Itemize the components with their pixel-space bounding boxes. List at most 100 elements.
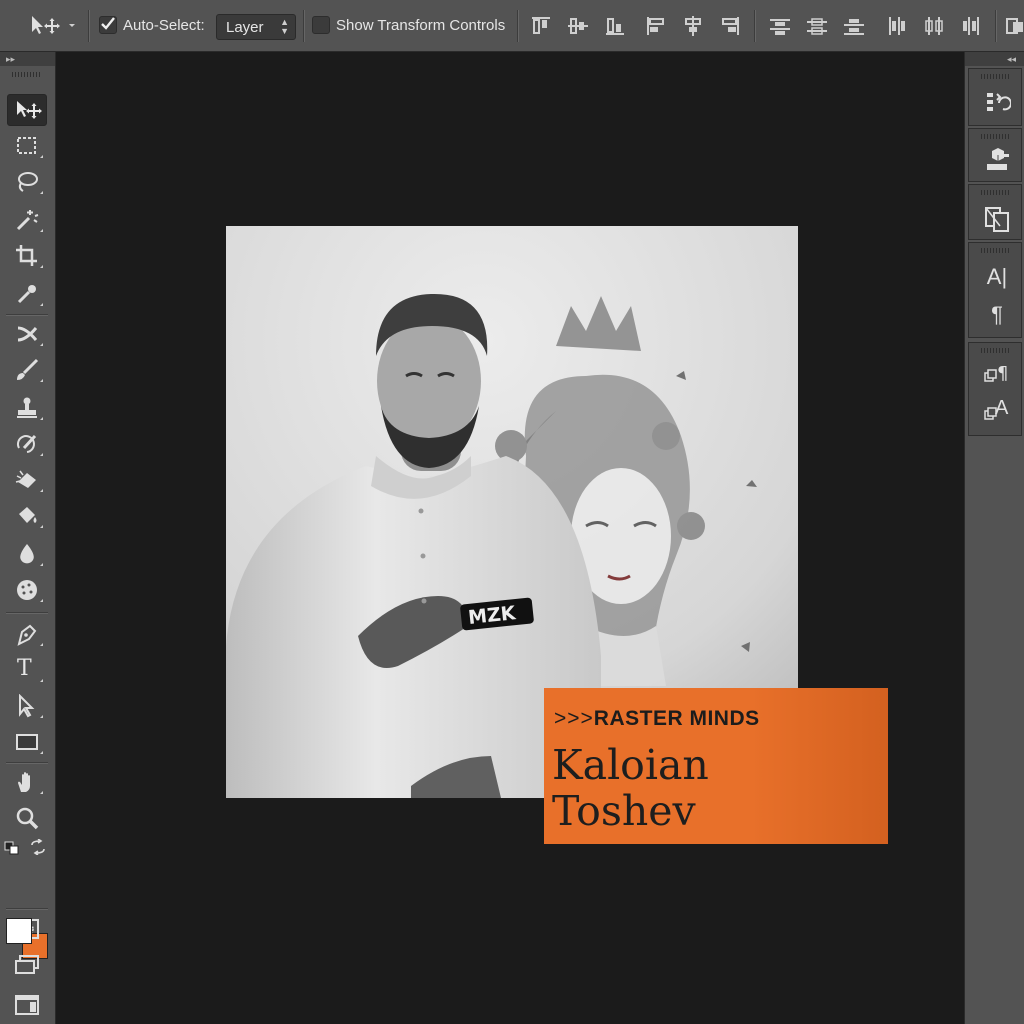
options-separator [995,10,997,42]
distribute-top-edges-icon [770,19,790,35]
path-selection-tool[interactable] [7,690,47,722]
magic-wand-tool[interactable] [7,204,47,236]
distribute-bottom-edges-button[interactable] [841,13,867,39]
healing-brush-tool-icon [17,326,38,342]
crop-tool[interactable] [7,240,47,272]
align-top-edges-button[interactable] [528,13,554,39]
sponge-tool[interactable] [7,574,47,606]
screen-mode-icon [15,955,39,974]
swap-colors-button[interactable] [29,838,47,856]
panel-grip[interactable] [981,74,1009,79]
options-bar: Auto-Select: Layer ▲ ▼ Show Transform Con… [0,0,1024,52]
person-first-name: Kaloian [552,741,709,789]
align-vertical-centers-button[interactable] [565,13,591,39]
panel-grip[interactable] [981,248,1009,253]
path-selection-tool-icon [19,694,35,718]
default-colors-button[interactable] [4,841,20,855]
screen-mode-button[interactable] [7,950,47,982]
svg-text:¶: ¶ [997,363,1008,384]
panel-grip[interactable] [981,134,1009,139]
marquee-tool[interactable] [7,130,47,162]
distribute-horizontal-centers-icon [925,17,943,35]
eyedropper-tool[interactable] [7,278,47,310]
lasso-tool[interactable] [7,166,47,198]
tool-separator [6,314,48,316]
paragraph-styles-icon: ¶ [984,363,1008,384]
panel-grip[interactable] [981,348,1009,353]
paragraph-panel-button[interactable]: ¶ [983,301,1011,329]
blur-tool-icon [20,544,34,564]
collapsed-panels-dock: ◂◂ A| ¶ ¶ A [964,52,1024,1024]
layer-comps-icon [985,207,1009,232]
dock-header[interactable]: ◂◂ [965,52,1024,66]
layer-comps-panel-button[interactable] [983,205,1011,233]
paragraph-styles-panel-button[interactable]: ¶ [983,361,1011,389]
expand-dock-icon[interactable]: ◂◂ [1007,52,1016,66]
hand-tool[interactable] [7,766,47,798]
panel-group-3d [968,128,1022,182]
rectangle-tool[interactable] [7,726,47,758]
expand-panel-icon[interactable]: ▸▸ [6,52,15,66]
checkmark-icon [101,17,115,30]
3d-cube-icon [987,148,1009,170]
healing-brush-tool[interactable] [7,318,47,350]
paint-bucket-tool[interactable] [7,500,47,532]
show-transform-controls-checkbox[interactable] [312,16,330,34]
rectangle-tool-icon [16,734,38,750]
pen-tool-icon [17,624,37,646]
options-separator [754,10,756,42]
zoom-tool[interactable] [7,802,47,834]
align-left-edges-button[interactable] [643,13,669,39]
align-bottom-edges-icon [606,18,624,35]
panel-group-layer-comps [968,184,1022,240]
move-tool[interactable] [7,94,47,126]
align-right-edges-button[interactable] [717,13,743,39]
swap-colors-icon [31,838,45,856]
foreground-color-swatch[interactable] [6,918,32,944]
character-panel-button[interactable]: A| [983,263,1011,291]
distribute-right-edges-button[interactable] [958,13,984,39]
character-icon: A| [986,264,1008,289]
lasso-tool-icon [18,172,38,192]
edit-toolbar-button[interactable] [7,990,47,1022]
move-tool-icon [17,101,42,119]
align-bottom-edges-button[interactable] [602,13,628,39]
distribute-vertical-centers-icon [807,18,827,35]
character-styles-panel-button[interactable]: A [983,397,1011,427]
sponge-tool-icon [17,580,37,600]
align-horizontal-centers-icon [685,16,701,36]
tools-panel-header[interactable]: ▸▸ [0,52,55,66]
move-tool-preset-picker[interactable] [30,14,82,38]
panel-grip[interactable] [12,72,42,77]
3d-panel-button[interactable] [983,147,1011,175]
blur-tool[interactable] [7,538,47,570]
default-colors-icon [4,841,19,855]
auto-select-checkbox[interactable] [99,16,117,34]
brand-name: RASTER MINDS [593,707,760,730]
panel-grip[interactable] [981,190,1009,195]
align-horizontal-centers-button[interactable] [680,13,706,39]
pen-tool[interactable] [7,618,47,650]
tools-panel: ▸▸ T [0,52,56,1024]
clone-stamp-tool[interactable] [7,392,47,424]
person-name: Kaloian Toshev [552,742,709,834]
align-vertical-centers-icon [568,18,588,34]
auto-select-label: Auto-Select: [123,17,205,34]
history-panel-button[interactable] [983,89,1012,117]
distribute-left-edges-button[interactable] [884,13,910,39]
auto-align-layers-button[interactable] [1003,13,1024,39]
align-right-edges-icon [722,17,739,35]
auto-select-target-dropdown[interactable]: Layer ▲ ▼ [216,14,296,40]
person-last-name: Toshev [552,787,696,835]
eraser-tool[interactable] [7,464,47,496]
distribute-horizontal-centers-button[interactable] [921,13,947,39]
distribute-vertical-centers-button[interactable] [804,13,830,39]
type-tool[interactable]: T [7,654,47,686]
distribute-left-edges-icon [889,17,905,35]
brush-tool[interactable] [7,354,47,386]
auto-align-layers-icon [1006,18,1023,34]
brush-tool-icon [17,358,39,380]
history-brush-tool[interactable] [7,428,47,460]
move-tool-icon [32,16,75,34]
distribute-top-edges-button[interactable] [767,13,793,39]
